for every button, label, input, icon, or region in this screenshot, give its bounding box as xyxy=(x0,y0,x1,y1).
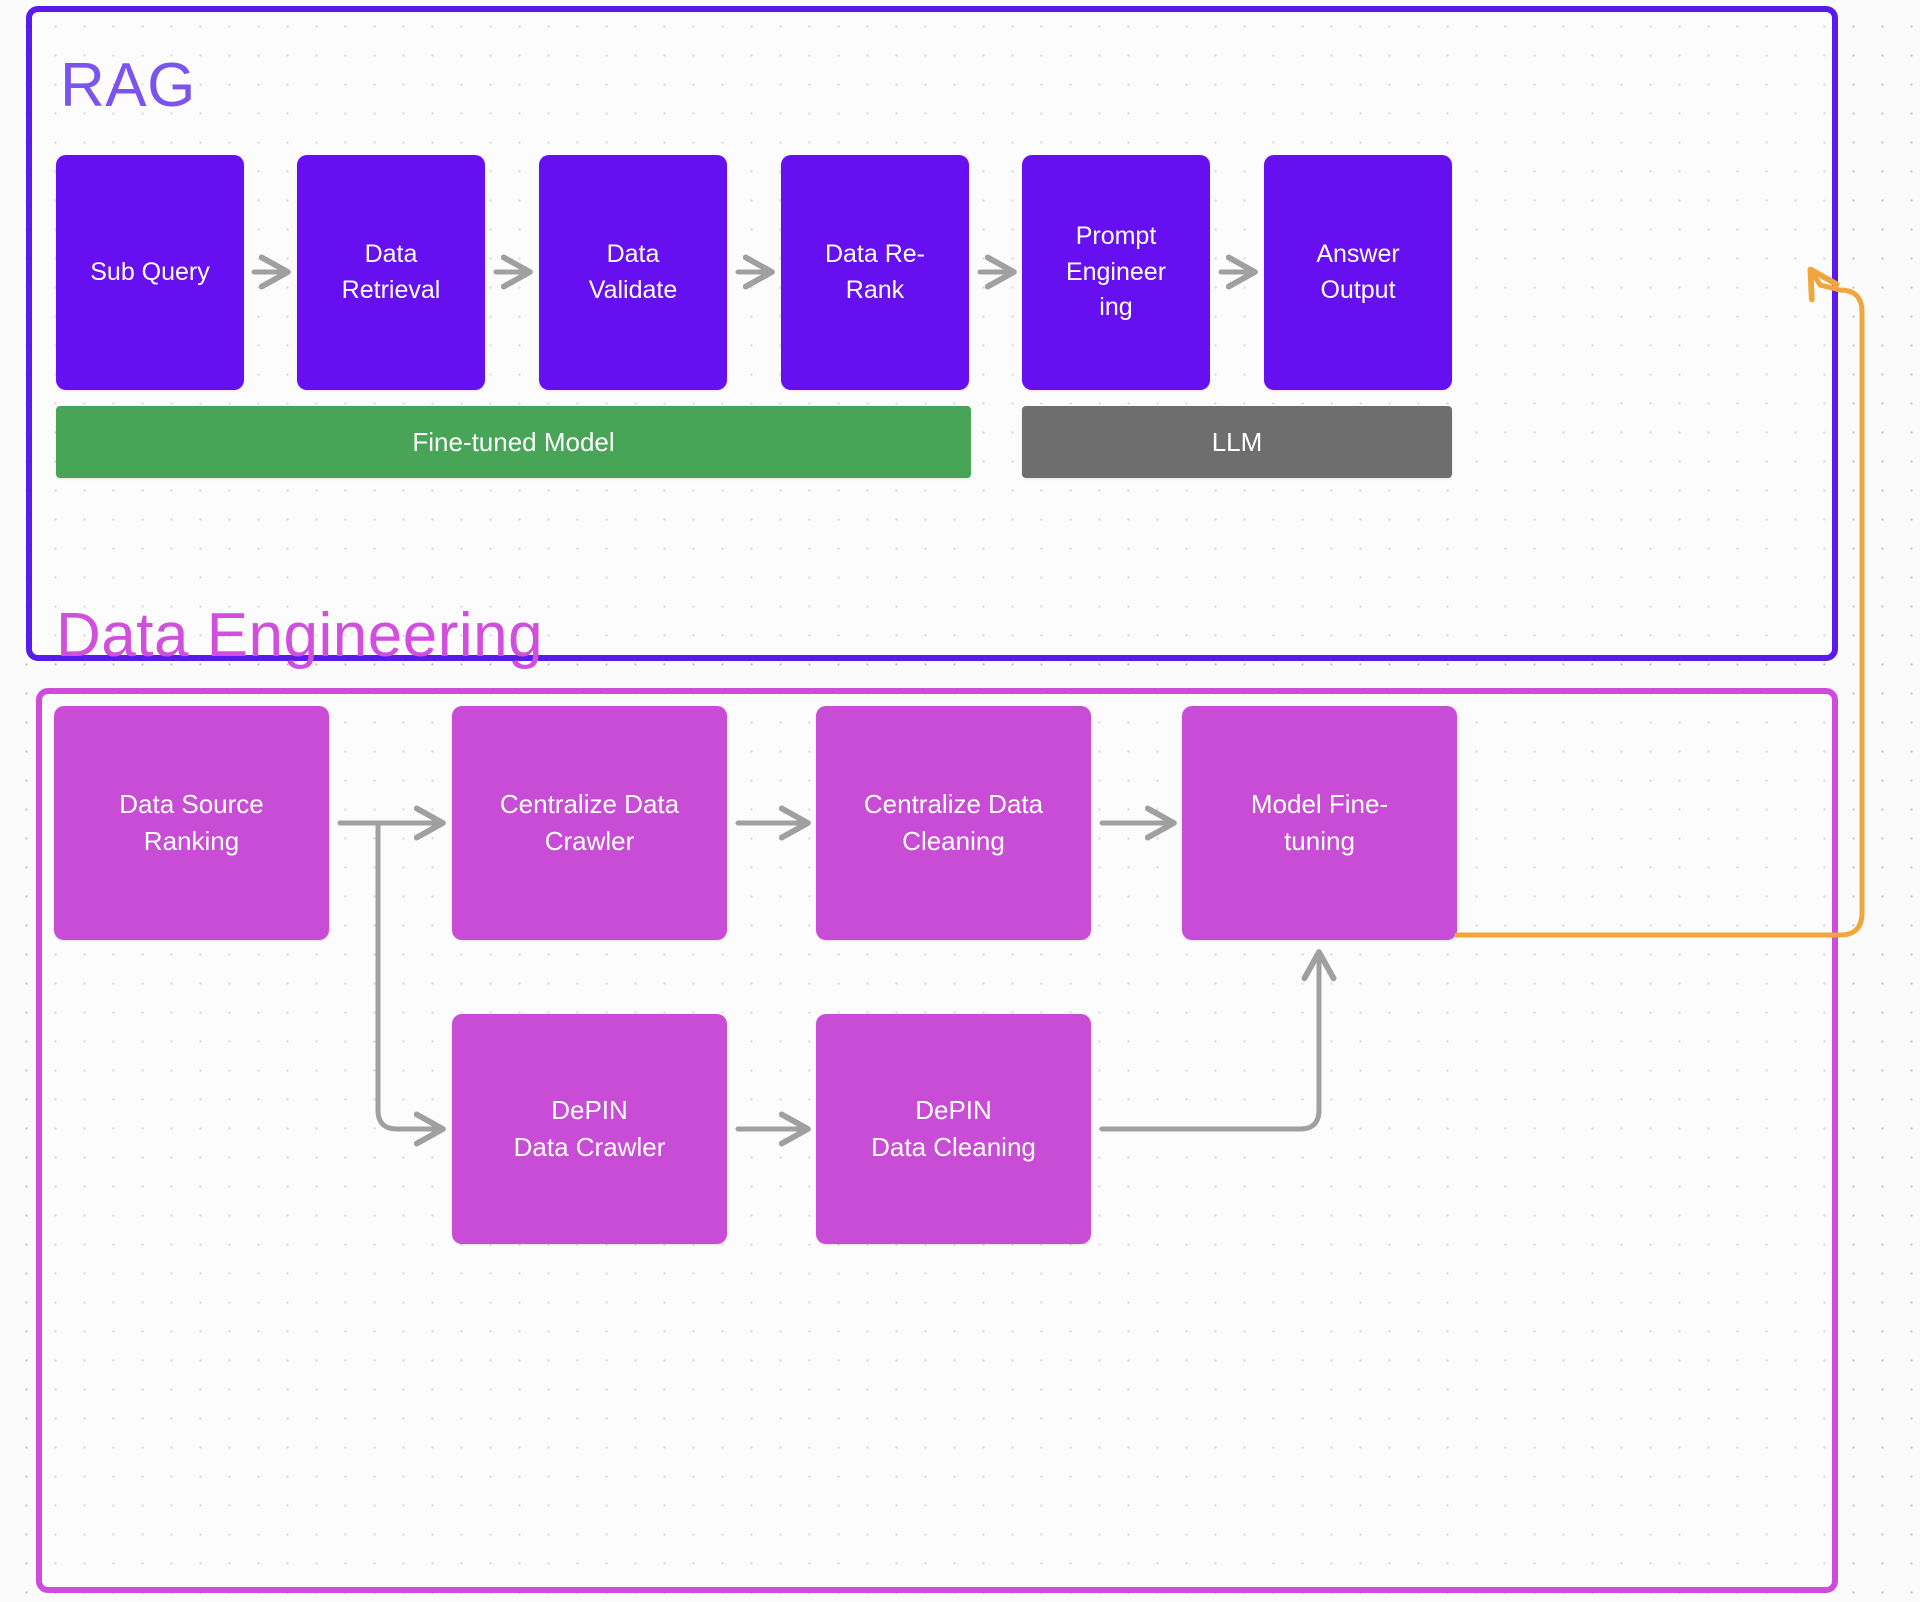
node-data-validate-label: Data Validate xyxy=(588,240,678,304)
rag-group-title: RAG xyxy=(60,51,196,120)
node-prompt-engineering[interactable]: Prompt Engineer ing xyxy=(1022,155,1210,390)
node-model-fine-tuning-label: Model Fine- tuning xyxy=(1250,789,1389,856)
node-prompt-engineering-label: Prompt Engineer ing xyxy=(1065,222,1167,322)
node-answer-output-label: Answer Output xyxy=(1316,240,1400,304)
node-centralize-data-cleaning-label: Centralize Data Cleaning xyxy=(863,789,1044,856)
node-model-fine-tuning[interactable]: Model Fine- tuning xyxy=(1182,706,1457,940)
node-data-source-ranking-label: Data Source Ranking xyxy=(119,789,264,856)
node-data-source-ranking[interactable]: Data Source Ranking xyxy=(54,706,329,940)
node-depin-data-cleaning[interactable]: DePIN Data Cleaning xyxy=(816,1014,1091,1244)
node-centralize-data-crawler[interactable]: Centralize Data Crawler xyxy=(452,706,727,940)
diagram-canvas: RAG Sub Query Data Retrieval Data Valida… xyxy=(0,0,1920,1602)
node-sub-query-label: Sub Query xyxy=(90,257,210,286)
node-centralize-data-crawler-label: Centralize Data Crawler xyxy=(499,789,680,856)
node-depin-data-cleaning-label: DePIN Data Cleaning xyxy=(871,1095,1036,1162)
bar-fine-tuned-model-label: Fine-tuned Model xyxy=(412,426,615,457)
node-data-validate[interactable]: Data Validate xyxy=(539,155,727,390)
node-data-re-rank[interactable]: Data Re- Rank xyxy=(781,155,969,390)
node-data-retrieval[interactable]: Data Retrieval xyxy=(297,155,485,390)
data-engineering-group-title: Data Engineering xyxy=(56,601,544,670)
bar-llm[interactable]: LLM xyxy=(1022,406,1452,478)
node-data-re-rank-label: Data Re- Rank xyxy=(824,240,926,304)
bar-fine-tuned-model[interactable]: Fine-tuned Model xyxy=(56,406,971,478)
node-sub-query[interactable]: Sub Query xyxy=(56,155,244,390)
node-depin-data-crawler[interactable]: DePIN Data Crawler xyxy=(452,1014,727,1244)
bar-llm-label: LLM xyxy=(1211,426,1263,457)
node-depin-data-crawler-label: DePIN Data Crawler xyxy=(513,1095,666,1162)
node-data-retrieval-label: Data Retrieval xyxy=(341,240,441,304)
node-answer-output[interactable]: Answer Output xyxy=(1264,155,1452,390)
node-centralize-data-cleaning[interactable]: Centralize Data Cleaning xyxy=(816,706,1091,940)
